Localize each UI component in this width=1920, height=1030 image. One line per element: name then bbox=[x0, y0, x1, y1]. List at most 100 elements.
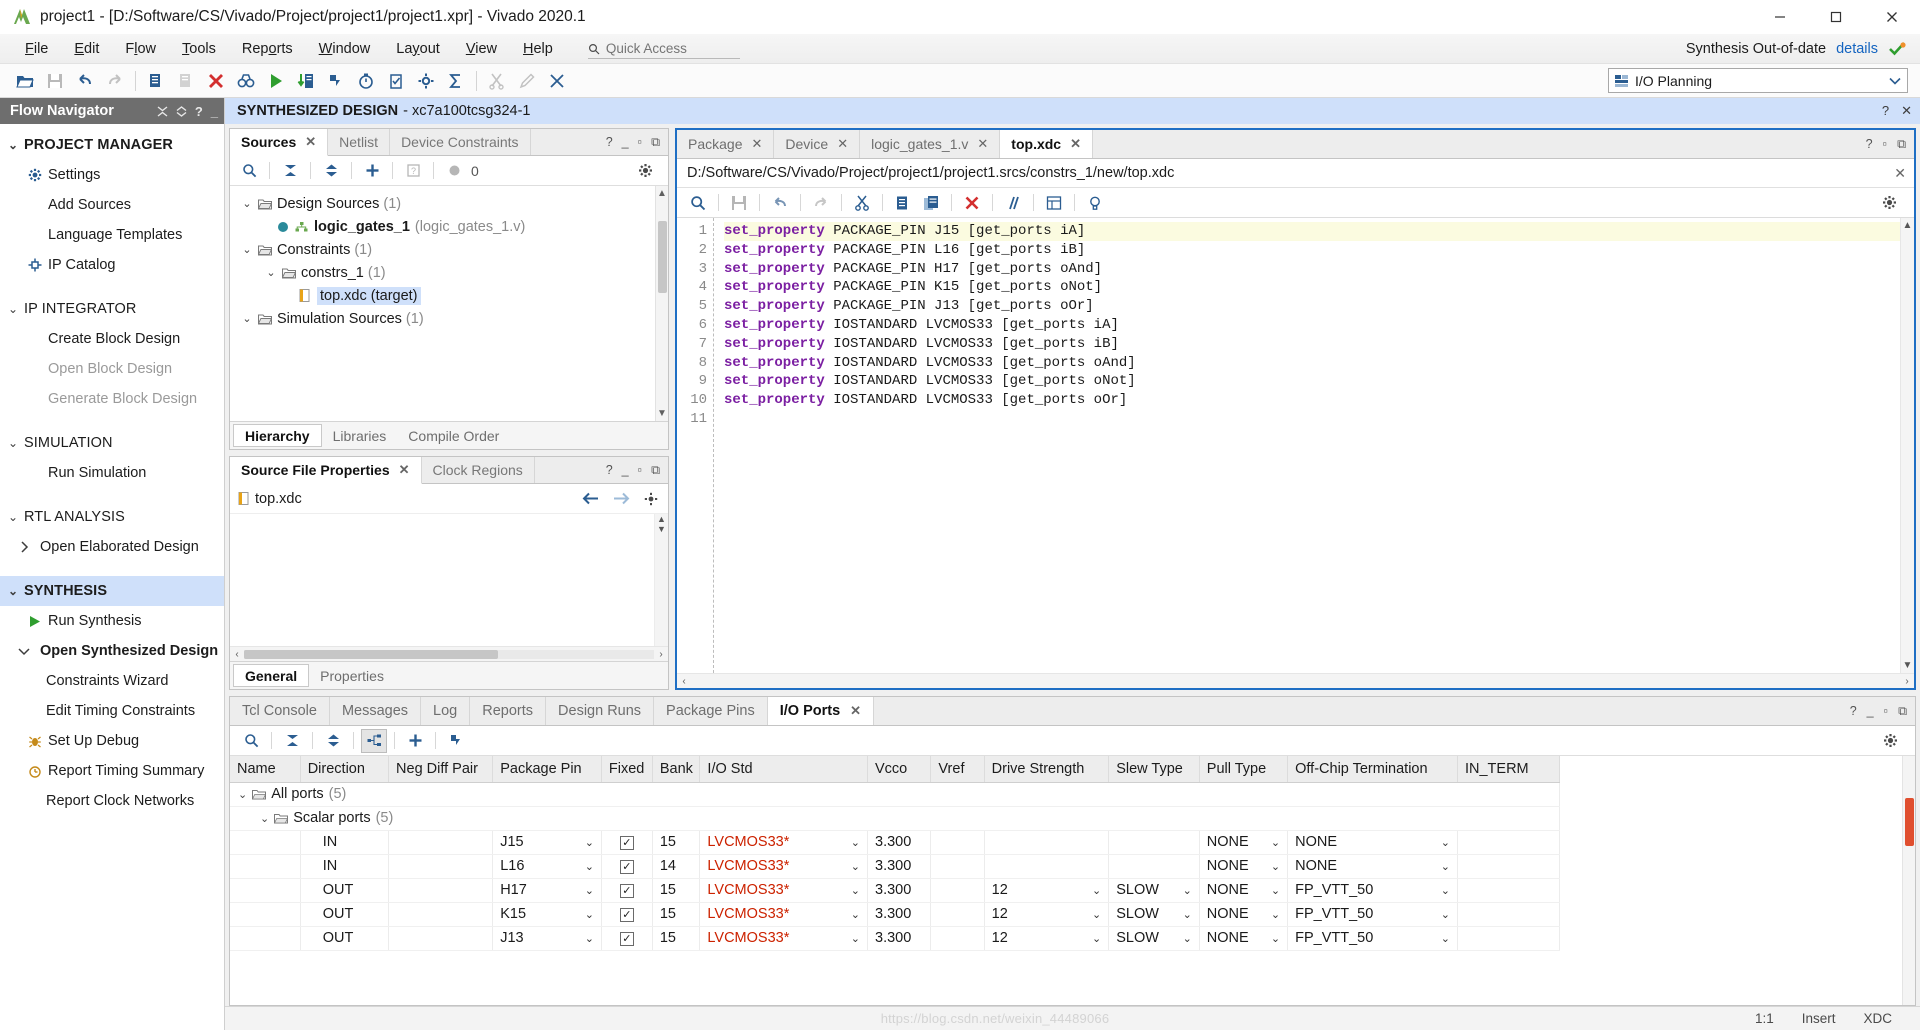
checkbox[interactable]: ✓ bbox=[619, 908, 634, 923]
flownav-item-set-up-debug[interactable]: Set Up Debug bbox=[0, 726, 224, 756]
details-link[interactable]: details bbox=[1836, 41, 1878, 57]
col-pull-type[interactable]: Pull Type bbox=[1199, 756, 1289, 783]
code-line[interactable]: set_property PACKAGE_PIN H17 [get_ports … bbox=[724, 260, 1900, 279]
search-icon[interactable] bbox=[236, 159, 262, 183]
cut-icon[interactable] bbox=[849, 191, 875, 215]
help-icon[interactable]: ? bbox=[1850, 704, 1857, 718]
io-ports-row[interactable]: OUT J13 ⌄ ✓ 15 LVCMOS33* ⌄ 3.300 12 ⌄ SLOW ⌄ NONE ⌄ FP… bbox=[230, 926, 1561, 951]
maximize-icon[interactable]: ▫ bbox=[1884, 704, 1888, 718]
fixed-cell[interactable]: ✓ bbox=[601, 926, 653, 951]
chevron-down-icon[interactable]: ⌄ bbox=[1441, 884, 1450, 897]
scroll-right-icon[interactable]: › bbox=[654, 649, 668, 660]
delete-icon[interactable] bbox=[959, 191, 985, 215]
gear-icon[interactable] bbox=[644, 492, 658, 506]
collapse-all-icon[interactable] bbox=[279, 729, 305, 753]
checkbox[interactable]: ✓ bbox=[619, 836, 634, 851]
flownav-item-settings[interactable]: Settings bbox=[0, 160, 224, 190]
close-icon[interactable]: ✕ bbox=[1894, 165, 1906, 182]
code-line[interactable]: set_property IOSTANDARD LVCMOS33 [get_po… bbox=[724, 372, 1900, 391]
bulb-icon[interactable] bbox=[1082, 191, 1108, 215]
col-drive-strength[interactable]: Drive Strength bbox=[984, 756, 1110, 783]
code-line[interactable]: set_property IOSTANDARD LVCMOS33 [get_po… bbox=[724, 335, 1900, 354]
run-play-icon[interactable] bbox=[261, 66, 291, 96]
float-icon[interactable]: ⧉ bbox=[1897, 137, 1906, 152]
chevron-down-icon[interactable]: ⌄ bbox=[851, 884, 860, 897]
col-in-term[interactable]: IN_TERM bbox=[1457, 756, 1561, 783]
quick-access-input[interactable] bbox=[587, 38, 740, 59]
fixed-cell[interactable]: ✓ bbox=[601, 830, 653, 855]
chevron-down-icon[interactable]: ⌄ bbox=[1441, 932, 1450, 945]
menu-reports[interactable]: Reports bbox=[229, 34, 306, 64]
col-slew-type[interactable]: Slew Type bbox=[1108, 756, 1200, 783]
layout-selector[interactable]: I/O Planning bbox=[1608, 68, 1908, 93]
col-vcco[interactable]: Vcco bbox=[867, 756, 932, 783]
chevron-down-icon[interactable]: ⌄ bbox=[1183, 908, 1192, 921]
group-cell[interactable]: ⌄ All ports (5) bbox=[230, 782, 1560, 807]
footer-tab-properties[interactable]: Properties bbox=[309, 662, 395, 689]
add-icon[interactable] bbox=[402, 729, 428, 753]
scroll-up-icon[interactable]: ▲ bbox=[657, 186, 667, 201]
help-icon[interactable]: ? bbox=[606, 135, 613, 149]
chevron-down-icon[interactable]: ⌄ bbox=[851, 908, 860, 921]
tree-row-constrs-1[interactable]: ⌄ constrs_1 (1) bbox=[230, 261, 668, 284]
io-ports-row[interactable]: IN L16 ⌄ ✓ 14 LVCMOS33* ⌄ 3.300 NONE ⌄ NONE ⌄ bbox=[230, 854, 1561, 879]
flownav-item-language-templates[interactable]: Language Templates bbox=[0, 220, 224, 250]
chevron-down-icon[interactable]: ⌄ bbox=[238, 312, 256, 325]
flownav-item-create-block-design[interactable]: Create Block Design bbox=[0, 324, 224, 354]
chevron-down-icon[interactable]: ⌄ bbox=[1271, 884, 1280, 897]
undo-icon[interactable] bbox=[767, 191, 793, 215]
chevron-down-icon[interactable]: ⌄ bbox=[238, 788, 247, 801]
undo-icon[interactable] bbox=[70, 66, 100, 96]
close-icon[interactable]: ✕ bbox=[1070, 136, 1081, 152]
scroll-up-icon[interactable]: ▲ bbox=[1903, 220, 1913, 231]
flownav-group-simulation[interactable]: ⌄ SIMULATION bbox=[0, 428, 224, 458]
collapse-all-icon[interactable] bbox=[157, 105, 168, 117]
menu-edit[interactable]: Edit bbox=[61, 34, 112, 64]
io-ports-group-row[interactable]: ⌄ All ports (5) bbox=[230, 782, 1560, 807]
flownav-group-synthesis[interactable]: ⌄ SYNTHESIS bbox=[0, 576, 224, 606]
close-icon[interactable]: ✕ bbox=[977, 136, 988, 152]
help-icon[interactable]: ? bbox=[1882, 103, 1889, 119]
expand-all-icon[interactable] bbox=[176, 105, 187, 117]
chevron-down-icon[interactable]: ⌄ bbox=[1092, 908, 1101, 921]
validate-icon[interactable] bbox=[381, 66, 411, 96]
scroll-left-icon[interactable]: ‹ bbox=[230, 649, 244, 660]
tree-row-top-xdc[interactable]: top.xdc (target) bbox=[230, 284, 668, 307]
tree-row-logic-gates[interactable]: logic_gates_1 (logic_gates_1.v) bbox=[230, 215, 668, 238]
menu-tools[interactable]: Tools bbox=[169, 34, 229, 64]
editor-code-lines[interactable]: set_property PACKAGE_PIN J15 [get_ports … bbox=[713, 218, 1900, 673]
menu-window[interactable]: Window bbox=[306, 34, 384, 64]
col-name[interactable]: Name bbox=[230, 756, 301, 783]
scroll-track[interactable] bbox=[691, 676, 1900, 686]
save-icon[interactable] bbox=[726, 191, 752, 215]
expand-all-icon[interactable] bbox=[318, 159, 344, 183]
cross-probe-icon[interactable] bbox=[542, 66, 572, 96]
chevron-down-icon[interactable]: ⌄ bbox=[1271, 836, 1280, 849]
tab-netlist[interactable]: Netlist bbox=[328, 129, 391, 155]
editor-code-area[interactable]: 1 2 3 4 5 6 7 8 9 10 11 set_property PACKAGE_PIN J… bbox=[677, 218, 1914, 673]
properties-vscrollbar[interactable]: ▲ ▼ bbox=[654, 514, 668, 646]
add-icon[interactable] bbox=[359, 159, 385, 183]
col-direction[interactable]: Direction bbox=[300, 756, 390, 783]
chevron-down-icon[interactable]: ⌄ bbox=[1183, 884, 1192, 897]
minimize-button[interactable] bbox=[1752, 0, 1808, 34]
menu-view[interactable]: View bbox=[453, 34, 510, 64]
tab-source-file-properties[interactable]: Source File Properties ✕ bbox=[230, 457, 422, 485]
flownav-item-run-synthesis[interactable]: Run Synthesis bbox=[0, 606, 224, 636]
chevron-down-icon[interactable]: ⌄ bbox=[1271, 932, 1280, 945]
footer-tab-compile-order[interactable]: Compile Order bbox=[397, 422, 510, 449]
help-box-icon[interactable]: ? bbox=[400, 159, 426, 183]
copy-icon[interactable] bbox=[141, 66, 171, 96]
chevron-down-icon[interactable]: ⌄ bbox=[238, 197, 256, 210]
close-icon[interactable]: ✕ bbox=[305, 134, 316, 150]
tree-row-simulation-sources[interactable]: ⌄ Simulation Sources (1) bbox=[230, 307, 668, 330]
flownav-item-report-timing-summary[interactable]: Report Timing Summary bbox=[0, 756, 224, 786]
io-ports-row[interactable]: IN J15 ⌄ ✓ 15 LVCMOS33* ⌄ 3.300 NONE ⌄ NONE ⌄ bbox=[230, 830, 1561, 855]
search-binoculars-icon[interactable] bbox=[231, 66, 261, 96]
float-icon[interactable]: ⧉ bbox=[651, 463, 660, 478]
code-line[interactable]: set_property PACKAGE_PIN L16 [get_ports … bbox=[724, 241, 1900, 260]
chevron-down-icon[interactable]: ⌄ bbox=[585, 860, 594, 873]
footer-tab-general[interactable]: General bbox=[233, 664, 310, 687]
tab-device[interactable]: Device ✕ bbox=[774, 130, 861, 158]
chevron-down-icon[interactable]: ⌄ bbox=[851, 932, 860, 945]
